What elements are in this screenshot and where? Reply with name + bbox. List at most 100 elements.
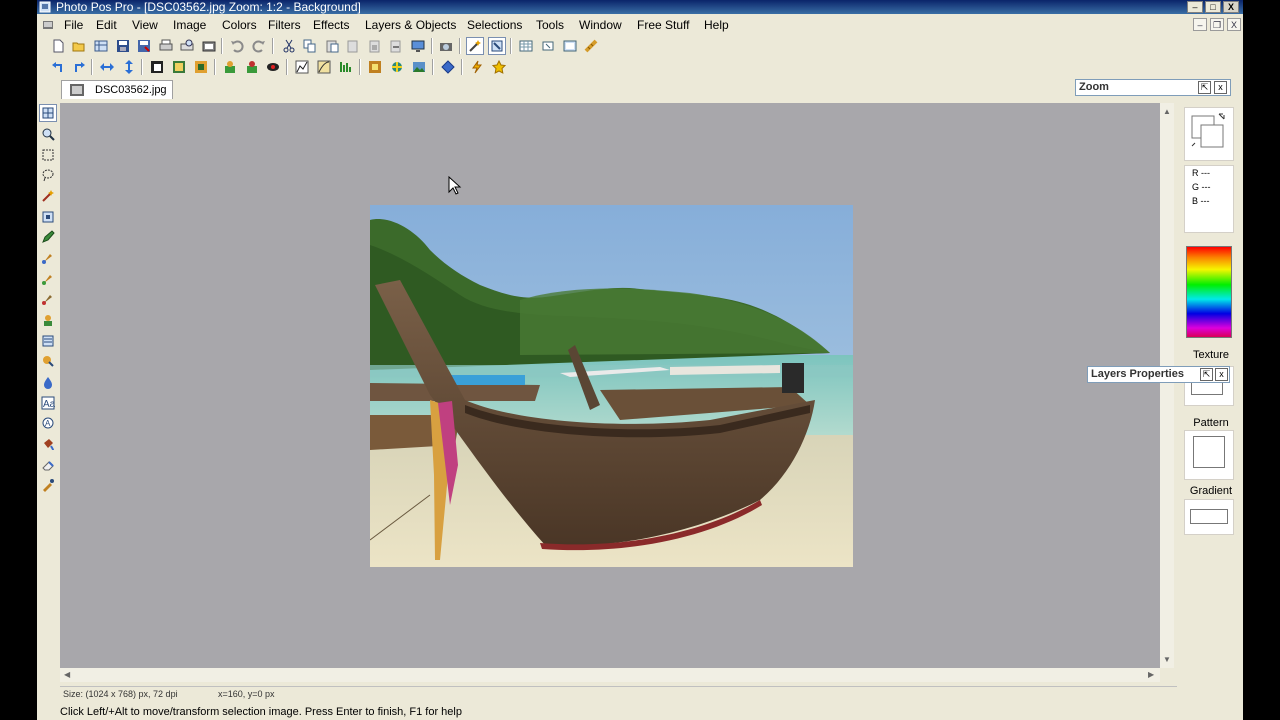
fill-tool-icon[interactable] [39,435,57,453]
grid-icon[interactable] [517,37,535,55]
effects-icon[interactable] [388,58,406,76]
color-spectrum[interactable] [1186,246,1232,338]
new-icon[interactable] [49,37,67,55]
airbrush-icon[interactable] [39,270,57,288]
undo-icon[interactable] [228,37,246,55]
menu-layers-objects[interactable]: Layers & Objects [365,18,456,32]
menu-file[interactable]: File [64,18,83,32]
clone-icon[interactable] [39,311,57,329]
scroll-down-arrow-icon[interactable]: ▼ [1163,655,1171,664]
diamond-icon[interactable] [439,58,457,76]
canvas-area[interactable] [60,103,1160,668]
menu-filters[interactable]: Filters [268,18,301,32]
open-icon[interactable] [70,37,88,55]
print-preview-icon[interactable] [178,37,196,55]
move-transform-icon[interactable] [488,37,506,55]
pattern-swatch[interactable] [1193,436,1225,468]
doc-restore-button[interactable]: ❐ [1210,18,1224,31]
shape-tool-icon[interactable]: A [39,414,57,432]
sharpen-icon[interactable] [337,58,355,76]
rotate-right-icon[interactable] [70,58,88,76]
brush-icon[interactable] [39,249,57,267]
document-menu-icon[interactable] [42,19,54,31]
gradient-swatch[interactable] [1190,509,1228,524]
menu-window[interactable]: Window [579,18,622,32]
color-picker-icon[interactable] [39,476,57,494]
color-balance-icon[interactable] [243,58,261,76]
eraser-icon[interactable] [39,456,57,474]
screen-capture-icon[interactable] [409,37,427,55]
layers-panel-close-button[interactable]: x [1215,368,1228,381]
image-canvas[interactable] [370,205,853,567]
minimize-button[interactable]: – [1187,1,1203,13]
doc-minimize-button[interactable]: – [1193,18,1207,31]
red-eye-icon[interactable] [264,58,282,76]
star-icon[interactable] [490,58,508,76]
fg-bg-colors[interactable] [1184,107,1234,161]
rotate-view-icon[interactable] [539,37,557,55]
frame-icon[interactable] [561,37,579,55]
camera-icon[interactable] [437,37,455,55]
doc-close-button[interactable]: X [1227,18,1241,31]
save-as-icon[interactable] [135,37,153,55]
scroll-left-arrow-icon[interactable]: ◀ [64,670,70,679]
scan-icon[interactable] [200,37,218,55]
flip-vertical-icon[interactable] [120,58,138,76]
text-tool-icon[interactable]: Aa [39,394,57,412]
move-tool-icon[interactable] [39,104,57,122]
print-icon[interactable] [157,37,175,55]
save-icon[interactable] [114,37,132,55]
magic-tool-icon[interactable] [466,37,484,55]
browse-icon[interactable] [92,37,110,55]
horizontal-scrollbar[interactable]: ◀ ▶ [60,668,1160,682]
crop-icon[interactable] [192,58,210,76]
rotate-left-icon[interactable] [49,58,67,76]
paste-layer-icon[interactable] [387,37,405,55]
menu-help[interactable]: Help [704,18,729,32]
lasso-icon[interactable] [39,166,57,184]
curves-icon[interactable] [315,58,333,76]
paste-into-icon[interactable] [366,37,384,55]
layers-panel-pin-button[interactable]: ⇱ [1200,368,1213,381]
zoom-panel[interactable]: Zoom ⇱ x [1075,79,1231,96]
menu-colors[interactable]: Colors [222,18,257,32]
redo-icon[interactable] [250,37,268,55]
gradient-tool-icon[interactable] [39,332,57,350]
menu-edit[interactable]: Edit [96,18,117,32]
close-button[interactable]: X [1223,1,1239,13]
lightning-icon[interactable] [468,58,486,76]
vertical-scrollbar[interactable]: ▲ ▼ [1160,103,1174,668]
menu-selections[interactable]: Selections [467,18,522,32]
menu-effects[interactable]: Effects [313,18,349,32]
canvas-size-icon[interactable] [170,58,188,76]
brightness-icon[interactable] [221,58,239,76]
copy-icon[interactable] [301,37,319,55]
cut-icon[interactable] [280,37,298,55]
document-tab[interactable]: DSC03562.jpg [61,80,173,99]
zoom-tool-icon[interactable] [39,125,57,143]
scroll-right-arrow-icon[interactable]: ▶ [1148,670,1154,679]
frame-effect-icon[interactable] [366,58,384,76]
smudge-icon[interactable] [39,352,57,370]
ruler-icon[interactable] [582,37,600,55]
flip-horizontal-icon[interactable] [98,58,116,76]
magic-wand-icon[interactable] [39,187,57,205]
blur-icon[interactable] [39,373,57,391]
stamp-icon[interactable] [39,290,57,308]
pencil-icon[interactable] [39,228,57,246]
menu-free-stuff[interactable]: Free Stuff [637,18,689,32]
picture-icon[interactable] [410,58,428,76]
scroll-up-arrow-icon[interactable]: ▲ [1163,107,1171,116]
rect-select-icon[interactable] [39,146,57,164]
menu-view[interactable]: View [132,18,158,32]
paste-new-icon[interactable] [344,37,362,55]
layers-properties-panel[interactable]: Layers Properties ⇱ x [1087,366,1230,383]
resize-icon[interactable] [148,58,166,76]
zoom-panel-close-button[interactable]: x [1214,81,1227,94]
paste-icon[interactable] [323,37,341,55]
levels-icon[interactable] [293,58,311,76]
zoom-panel-pin-button[interactable]: ⇱ [1198,81,1211,94]
menu-tools[interactable]: Tools [536,18,564,32]
menu-image[interactable]: Image [173,18,206,32]
transform-icon[interactable] [39,208,57,226]
